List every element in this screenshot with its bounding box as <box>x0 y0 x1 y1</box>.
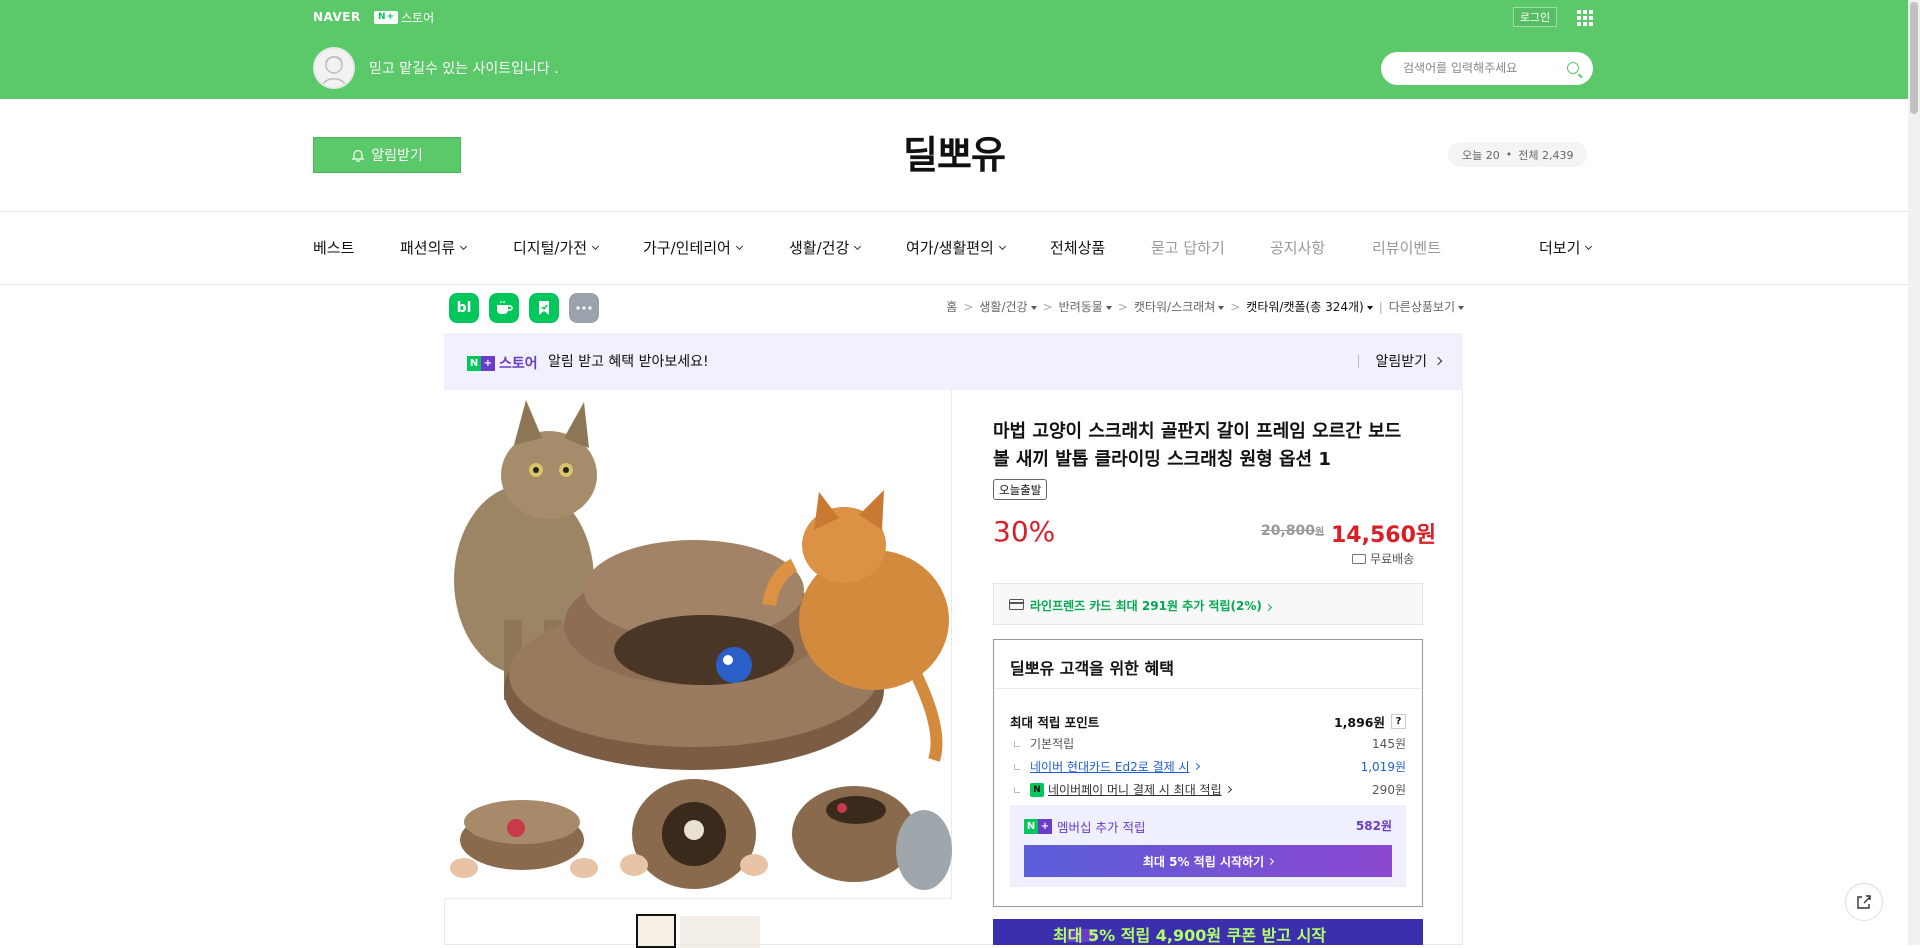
divider <box>0 211 1908 212</box>
nplus-icon: N + <box>374 11 398 24</box>
nav-best[interactable]: 베스트 <box>313 237 354 258</box>
visit-today: 오늘 20 <box>1462 148 1500 162</box>
max-points-row: 최대 적립 포인트 1,896원? <box>1010 712 1406 731</box>
share-cafe-button[interactable] <box>489 293 519 323</box>
nav-qna[interactable]: 묻고 답하기 <box>1151 237 1225 258</box>
thumbnail-2[interactable] <box>680 916 760 948</box>
login-button[interactable]: 로그인 <box>1513 7 1557 27</box>
nav-living-health[interactable]: 생활/건강 <box>789 237 862 258</box>
nav-all-products[interactable]: 전체상품 <box>1050 237 1105 258</box>
promo-alarm-link[interactable]: 알림받기 <box>1358 351 1443 371</box>
nplus-membership-icon <box>1007 926 1095 942</box>
visitor-count: 오늘 20 • 전체 2,439 <box>1448 142 1588 167</box>
truck-icon <box>1352 553 1366 564</box>
divider <box>0 284 1908 285</box>
apps-grid-icon[interactable] <box>1577 10 1593 26</box>
basic-points-row: 기본적립 145원 <box>1010 735 1406 752</box>
card-benefit-text: 라인프렌즈 카드 최대 291원 추가 적립(2%) <box>1030 597 1273 614</box>
share-icon <box>1857 895 1871 909</box>
membership-value: 582원 <box>1355 819 1392 833</box>
nplus-store-promo-logo: N + 스토어 <box>467 353 538 373</box>
thumbnail-1-selected[interactable] <box>636 914 676 948</box>
breadcrumb-current[interactable]: 캣타워/캣폴(총 324개) <box>1246 298 1373 315</box>
membership-label: N + 멤버십 추가 적립 <box>1024 817 1145 836</box>
membership-coupon-banner[interactable]: 최대 5% 적립 4,900원 쿠폰 받고 시작 <box>993 919 1423 945</box>
breadcrumb-living-health[interactable]: 생활/건강 <box>979 298 1037 315</box>
share-more-button[interactable] <box>569 293 599 323</box>
today-ship-badge: 오늘출발 <box>993 479 1048 500</box>
store-name[interactable]: 딜뽀유 <box>0 124 1908 179</box>
floating-share-button[interactable] <box>1845 883 1883 921</box>
credit-card-icon <box>1009 599 1024 610</box>
breadcrumb-cat-tower[interactable]: 캣타워/스크래쳐 <box>1134 298 1225 315</box>
product-sub-images <box>444 770 952 898</box>
discount-rate: 30% <box>993 515 1056 548</box>
divider <box>444 898 952 899</box>
chevron-down-icon <box>460 242 468 250</box>
bookmark-icon <box>539 301 549 315</box>
nav-more[interactable]: 더보기 <box>1539 237 1593 258</box>
customer-benefit-box: 딜뽀유 고객을 위한 혜택 최대 적립 포인트 1,896원? 기본적립 145… <box>993 639 1423 907</box>
hyundai-card-row[interactable]: 네이버 현대카드 Ed2로 결제 시 1,019원 <box>1010 758 1406 775</box>
naver-logo[interactable]: NAVER <box>313 10 361 24</box>
nav-furniture[interactable]: 가구/인테리어 <box>643 237 743 258</box>
store-tagline: 믿고 맡길수 있는 사이트입니다 . <box>369 61 559 77</box>
nav-digital[interactable]: 디지털/가전 <box>513 237 600 258</box>
store-logo-label: 스토어 <box>401 11 435 25</box>
visit-total: 전체 2,439 <box>1518 148 1574 162</box>
breadcrumb-home[interactable]: 홈 <box>946 298 957 315</box>
chevron-right-icon <box>1433 356 1443 366</box>
breadcrumb: 홈 > 생활/건강 > 반려동물 > 캣타워/스크래쳐 > 캣타워/캣폴(총 3… <box>946 298 1464 315</box>
card-benefit-box[interactable]: 라인프렌즈 카드 최대 291원 추가 적립(2%) <box>993 583 1423 625</box>
membership-start-button[interactable]: 최대 5% 적립 시작하기 <box>1024 845 1392 877</box>
help-icon[interactable]: ? <box>1391 714 1406 729</box>
chevron-down-icon <box>735 242 743 250</box>
store-alarm-promo: N + 스토어 알림 받고 혜택 받아보세요! 알림받기 <box>444 333 1463 390</box>
chevron-right-icon <box>1267 857 1275 865</box>
more-dots-icon <box>576 306 592 310</box>
nav-leisure[interactable]: 여가/생활편의 <box>906 237 1006 258</box>
chevron-down-icon <box>998 242 1006 250</box>
search-icon[interactable] <box>1567 62 1579 74</box>
membership-box: N + 멤버십 추가 적립 582원 최대 5% 적립 시작하기 <box>1010 805 1406 887</box>
store-profile-image <box>313 47 355 89</box>
share-bookmark-button[interactable] <box>529 293 559 323</box>
nav-notice[interactable]: 공지사항 <box>1270 237 1325 258</box>
chevron-down-icon <box>1585 242 1593 250</box>
scrollbar-thumb[interactable] <box>1910 2 1918 114</box>
promo-text: 알림 받고 혜택 받아보세요! <box>548 354 709 370</box>
share-blog-button[interactable]: bl <box>449 293 479 323</box>
breadcrumb-other-products[interactable]: 다른상품보기 <box>1389 298 1464 315</box>
original-price: 20,800원 <box>1261 523 1325 539</box>
benefit-title: 딜뽀유 고객을 위한 혜택 <box>1010 659 1174 678</box>
visit-dot: • <box>1505 148 1513 161</box>
shipping-info: 무료배송 <box>1352 550 1414 567</box>
breadcrumb-pets[interactable]: 반려동물 <box>1059 298 1112 315</box>
chevron-down-icon <box>592 242 600 250</box>
search-input[interactable] <box>1401 60 1561 76</box>
chevron-down-icon <box>854 242 862 250</box>
nplus-icon: N + <box>467 355 495 371</box>
nplus-store-logo[interactable]: N + 스토어 <box>374 9 434 26</box>
npay-icon: N <box>1030 782 1044 797</box>
sale-price: 14,560원 <box>1331 523 1437 548</box>
store-search[interactable] <box>1381 52 1593 85</box>
page-scrollbar[interactable] <box>1908 0 1920 945</box>
product-title: 마법 고양이 스크래치 골판지 갈이 프레임 오르간 보드 볼 새끼 발톱 클라… <box>993 421 1402 470</box>
nav-fashion[interactable]: 패션의류 <box>400 237 468 258</box>
nplus-icon: N + <box>1024 819 1052 834</box>
cafe-cup-icon <box>497 301 513 314</box>
blog-icon: bl <box>456 300 472 316</box>
divider <box>994 688 1422 689</box>
top-header: NAVER N + 스토어 로그인 믿고 맡길수 있는 사이트입니다 . <box>0 0 1908 99</box>
nav-review-event[interactable]: 리뷰이벤트 <box>1372 237 1441 258</box>
npay-money-row[interactable]: N 네이버페이 머니 결제 시 최대 적립 290원 <box>1010 781 1406 798</box>
